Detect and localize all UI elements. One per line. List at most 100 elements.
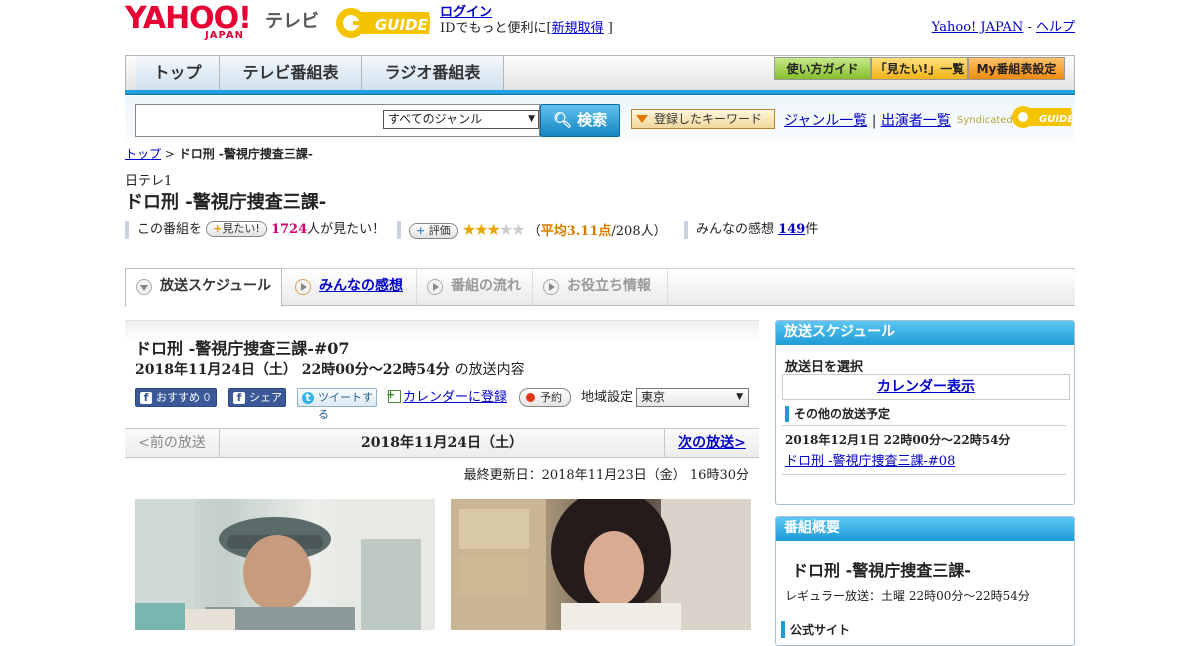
chevron-down-icon: ▼ [736,392,743,402]
star-icon: ★ [511,220,525,239]
svg-text:Syndicated: Syndicated [957,115,1013,126]
regular-broadcast: レギュラー放送：土曜 22時00分～22時54分 [785,589,1030,603]
recommend-button[interactable]: f おすすめ 0 [135,388,217,407]
yahoo-logo[interactable]: YAHOO! [125,4,252,34]
avg-count: /208人） [611,224,667,239]
search-button-label: 検索 [577,111,608,129]
episode-photo-2 [451,499,751,630]
summary-title: ドロ刑 -警視庁捜査三課- [792,561,971,580]
tab-impressions-link[interactable]: みんなの感想 [319,278,403,294]
breadcrumb-top-link[interactable]: トップ [125,147,161,161]
last-updated: 最終更新日：2018年11月23日（金） 16時30分 [463,468,749,483]
calendar-register-link[interactable]: カレンダーに登録 [403,390,507,405]
region-select[interactable]: 東京 ▼ [636,388,749,407]
gguide-logo[interactable]: GUIDE [335,6,431,40]
impression-count-link[interactable]: 149 [778,222,805,237]
plus-icon: + [213,222,223,235]
main-nav: トップ テレビ番組表 ラジオ番組表 使い方ガイド 「見たい!」一覧 My番組表設… [125,55,1075,91]
next-schedule-datetime: 2018年12月1日 22時00分～22時54分 [785,433,1011,447]
plus-icon: + [416,224,426,237]
want-button[interactable]: +見たい! [206,221,267,237]
select-day-label: 放送日を選択 [785,360,864,375]
reserve-button[interactable]: 予約 [519,388,571,407]
svg-text:GUIDE: GUIDE [1039,114,1073,125]
share-row: f おすすめ 0 f シェア t ツイートする カレンダーに登録 予約 地域設定 東京… [135,385,755,421]
calendar-display-link[interactable]: カレンダー表示 [877,379,975,395]
nav-tab-radio-guide[interactable]: ラジオ番組表 [362,56,504,91]
facebook-share-button[interactable]: f シェア [228,388,286,407]
top-links-sep: - [1027,20,1032,35]
play-arrow-icon [427,279,443,295]
want-suffix: 人が見たい！ [307,222,386,237]
login-link[interactable]: ログイン [440,5,492,20]
yahoo-logo-japan: JAPAN [205,30,244,41]
search-links: ジャンル一覧 | 出演者一覧 [784,110,951,130]
episode-title: ドロ刑 -警視庁捜査三課-#07 [135,339,350,358]
star-icon: ★ [486,220,501,239]
date-navigation: <前の放送 2018年11月24日（土） 次の放送> [125,428,759,458]
guide-button[interactable]: 使い方ガイド [774,57,871,80]
want-button-label: 見たい! [222,222,260,235]
tab-flow[interactable]: 番組の流れ [417,269,533,306]
other-schedule-label: その他の放送予定 [785,406,890,422]
impression-prefix: みんなの感想 [696,222,775,237]
calendar-display-button[interactable]: カレンダー表示 [782,374,1070,400]
chevron-down-icon [136,279,152,295]
my-guide-settings-button[interactable]: My番組表設定 [968,57,1065,80]
registered-keyword-button[interactable]: 登録したキーワード [631,109,775,129]
calendar-add-icon [386,385,401,404]
nav-accent-bar [125,90,1075,95]
genre-select-value: すべてのジャンル [388,112,483,126]
nav-tab-tv-guide[interactable]: テレビ番組表 [220,56,362,91]
signup-link[interactable]: 新規取得 [552,21,604,36]
rate-button[interactable]: + 評価 [409,223,458,239]
tab-flow-label: 番組の流れ [451,278,521,294]
performer-list-link[interactable]: 出演者一覧 [881,113,951,129]
triangle-down-icon [636,115,648,123]
current-broadcast-date: 2018年11月24日（土） [361,435,523,451]
program-tabs: 放送スケジュール みんなの感想 番組の流れ お役立ち情報 [125,268,1075,307]
tweet-button[interactable]: t ツイートする [297,388,377,421]
breadcrumb-sep: > [164,147,175,161]
sidebar: 放送スケジュール 放送日を選択 カレンダー表示 その他の放送予定 2018年12… [775,320,1075,646]
breadcrumb: トップ > ドロ刑 -警視庁捜査三課- [125,145,313,162]
prev-broadcast[interactable]: <前の放送 [125,429,220,457]
syndicated-gguide-logo: Syndicated GUIDE [957,106,1073,128]
genre-list-link[interactable]: ジャンル一覧 [784,113,867,129]
facebook-icon: f [140,392,152,404]
region-label: 地域設定 [581,390,634,405]
page-title: ドロ刑 -警視庁捜査三課- [125,192,327,213]
next-schedule-link[interactable]: ドロ刑 -警視庁捜査三課-#08 [785,454,955,469]
next-schedule-item: ドロ刑 -警視庁捜査三課-#08 [785,450,955,469]
share-label: シェア [249,391,282,404]
next-broadcast-link[interactable]: 次の放送> [678,435,746,451]
yahoo-japan-link[interactable]: Yahoo! JAPAN [932,20,1024,35]
help-link[interactable]: ヘルプ [1036,20,1075,35]
episode-photo-1 [135,499,435,630]
search-bar: すべてのジャンル ▼ 🔍︎ 検索 登録したキーワード ジャンル一覧 | 出演者一… [125,96,1075,142]
tab-schedule-label: 放送スケジュール [160,278,272,294]
genre-select[interactable]: すべてのジャンル ▼ [383,110,539,129]
tab-schedule[interactable]: 放送スケジュール [125,268,282,307]
search-button[interactable]: 🔍︎ 検索 [540,104,620,137]
login-desc-close: ] [607,21,613,36]
next-broadcast[interactable]: 次の放送> [664,429,759,457]
facebook-icon: f [233,392,245,404]
calendar-register[interactable]: カレンダーに登録 [386,385,507,407]
nav-tab-top[interactable]: トップ [136,56,220,91]
want-list-button[interactable]: 「見たい!」一覧 [871,57,968,80]
summary-box: 番組概要 ドロ刑 -警視庁捜査三課- レギュラー放送：土曜 22時00分～22時… [775,516,1075,646]
want-prefix: この番組を [137,222,203,237]
tab-impressions[interactable]: みんなの感想 [285,269,417,306]
tab-useful-label: お役立ち情報 [567,278,651,294]
chevron-down-icon: ▼ [528,114,535,124]
top-links: Yahoo! JAPAN - ヘルプ [932,16,1075,35]
avg-open: （ [527,224,541,239]
summary-box-header: 番組概要 [776,517,1074,541]
tab-useful-info[interactable]: お役立ち情報 [533,269,668,306]
page: YAHOO! JAPAN テレビ GUIDE ログイン IDでもっと便利に[新規… [125,0,1075,646]
want-section: この番組を +見たい! 1724人が見たい！ [125,221,385,239]
main-content: ドロ刑 -警視庁捜査三課-#07 2018年11月24日（土） 22時00分～2… [125,320,759,630]
star-icon: ★ [474,220,488,239]
episode-photo-1-image [135,499,435,630]
